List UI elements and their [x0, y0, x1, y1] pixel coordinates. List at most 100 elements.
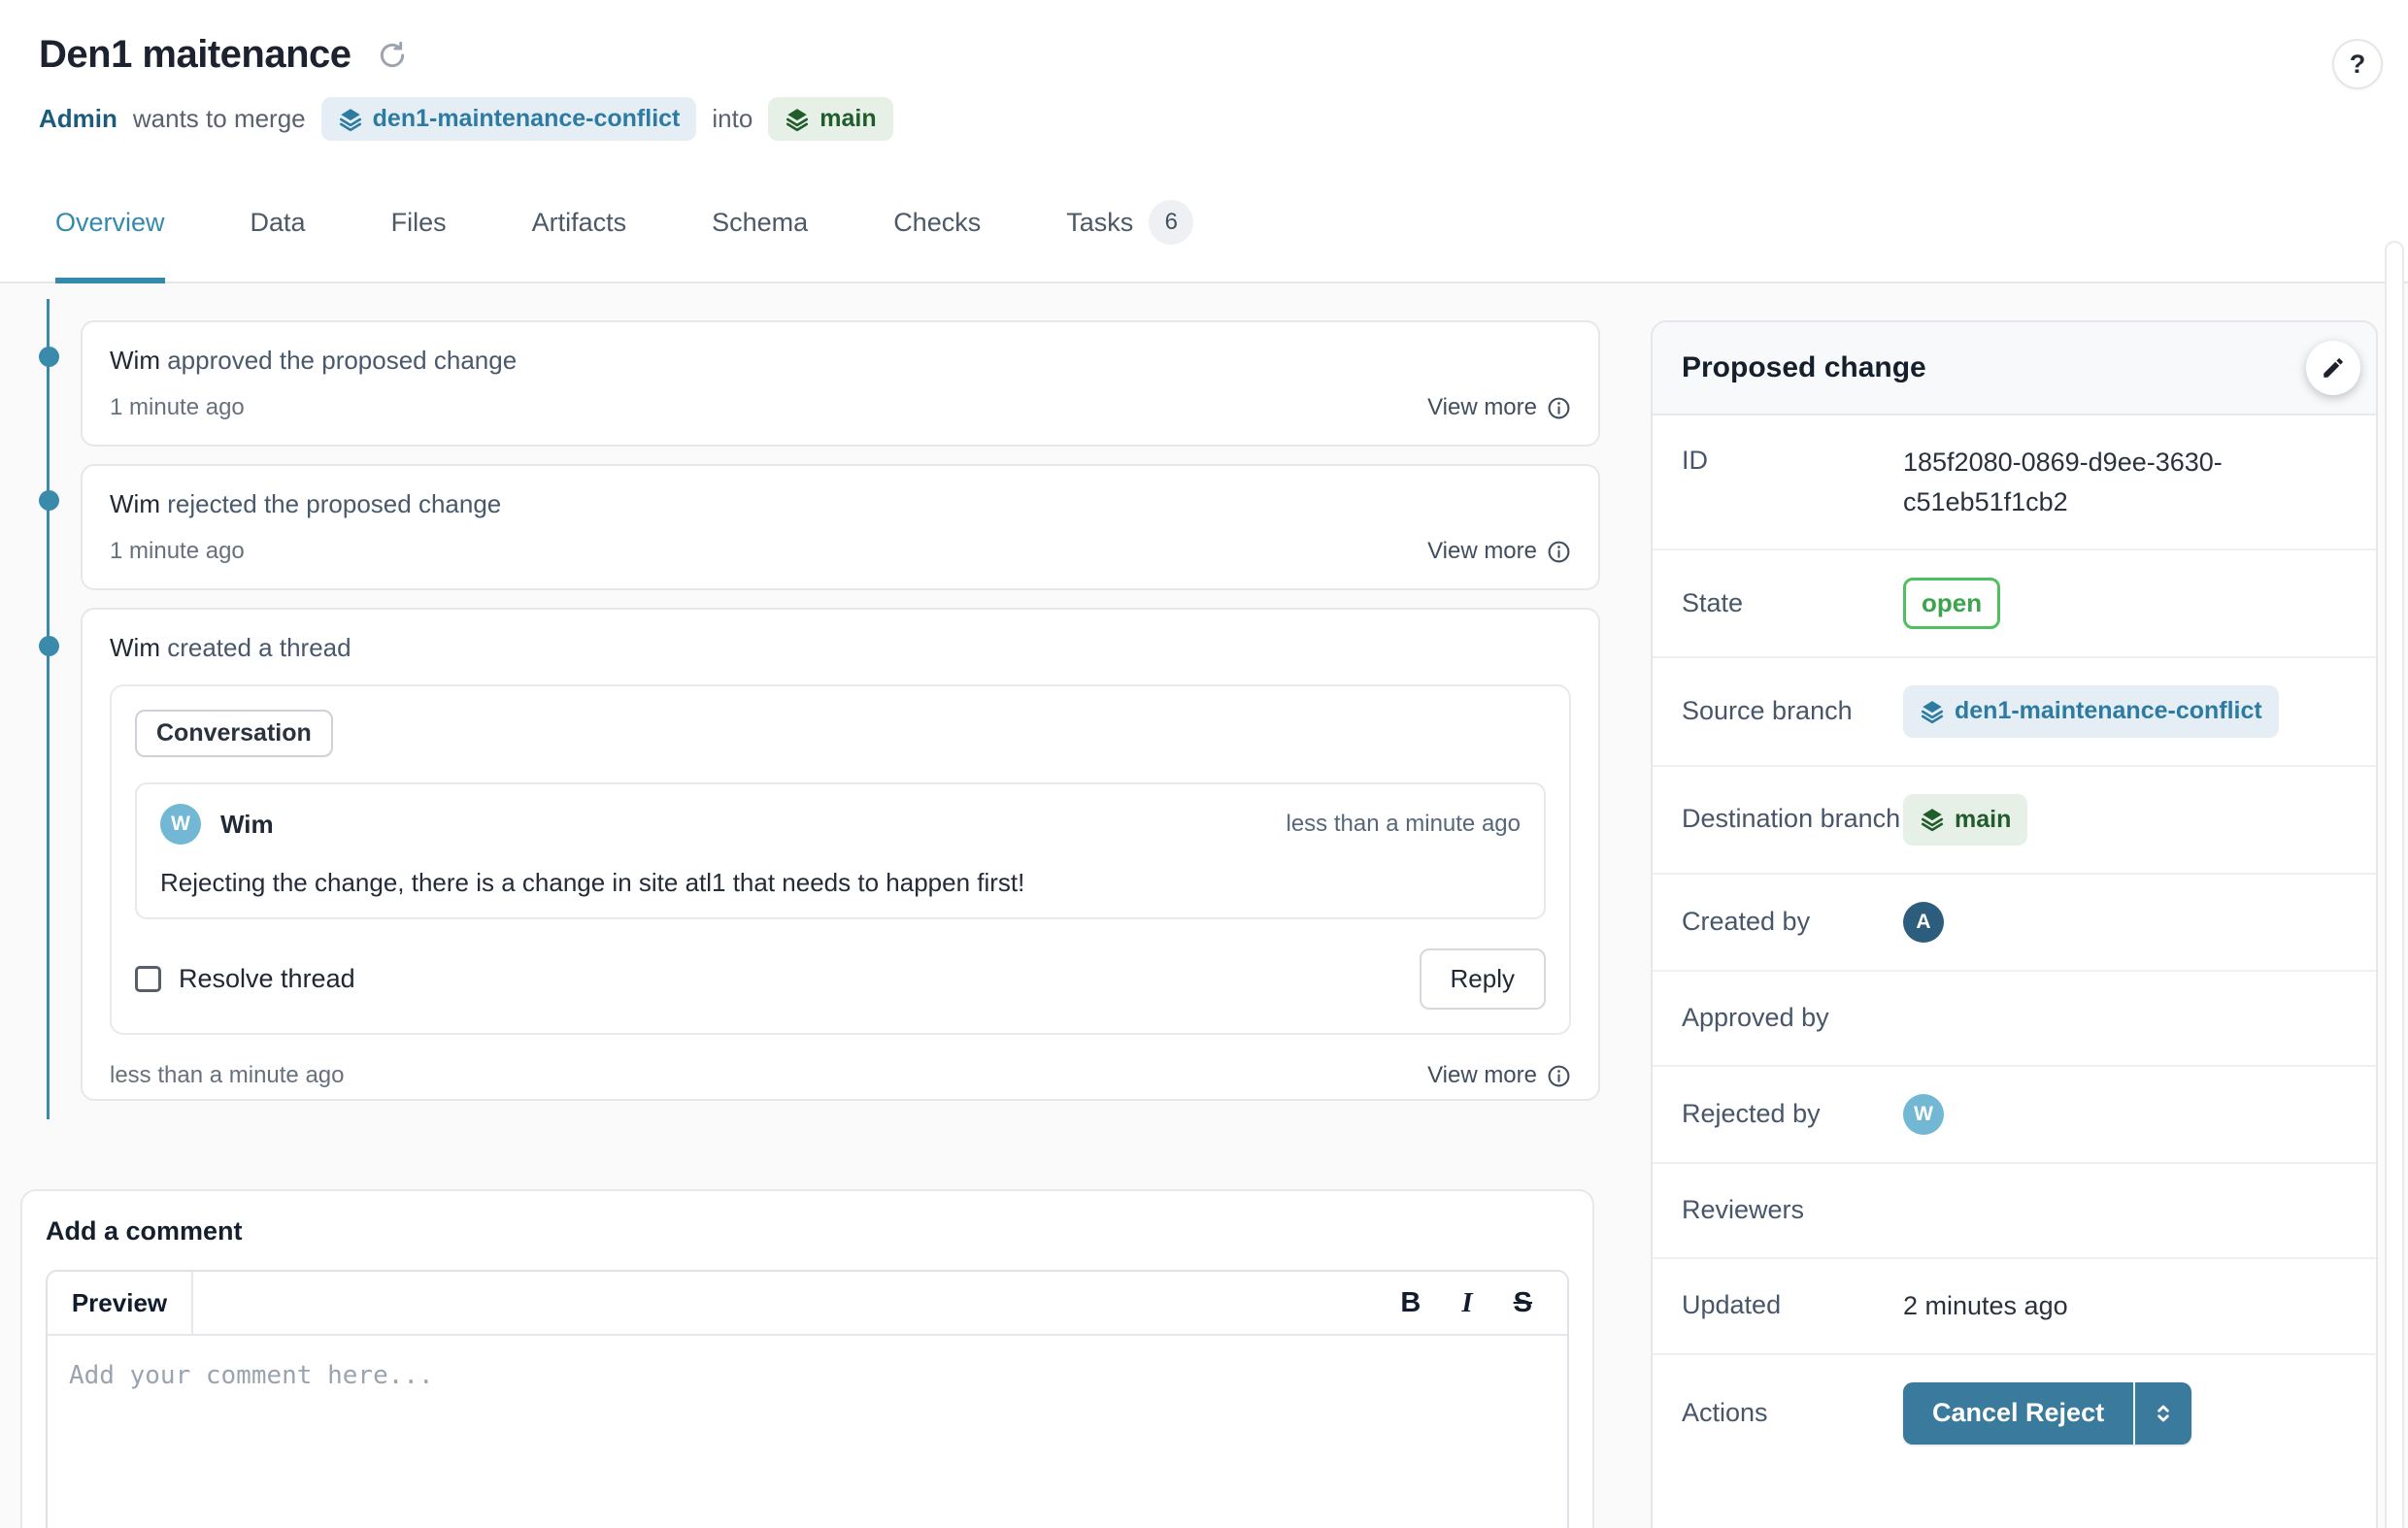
proposed-change-panel: Proposed change ID 185f2080-0869-d9ee-36… [1651, 320, 2378, 1528]
source-branch-badge[interactable]: den1-maintenance-conflict [1903, 685, 2279, 738]
refresh-button[interactable] [377, 40, 408, 71]
proposed-change-header: Proposed change [1653, 322, 2376, 415]
approved-by-value [1903, 999, 2347, 1038]
timeline-line [47, 299, 50, 1119]
sidebar-row-approved-by: Approved by [1653, 972, 2376, 1067]
view-more-link[interactable]: View more [1427, 538, 1571, 565]
chevron-up-down-icon [2151, 1401, 2176, 1426]
event-action: rejected the proposed change [167, 489, 501, 518]
tab-data[interactable]: Data [251, 200, 306, 283]
layers-icon [785, 107, 810, 132]
timeline-event-card: Wim rejected the proposed change 1 minut… [81, 464, 1600, 590]
conversation-badge: Conversation [135, 710, 333, 757]
question-mark-icon: ? [2350, 50, 2366, 80]
event-timestamp: 1 minute ago [110, 538, 245, 565]
sidebar-row-state: State open [1653, 550, 2376, 658]
event-title: Wim approved the proposed change [110, 346, 1571, 376]
actions-dropdown-toggle[interactable] [2133, 1382, 2191, 1445]
avatar-wim: W [1903, 1094, 1944, 1135]
event-action: approved the proposed change [167, 346, 517, 375]
byline-action-text: wants to merge [133, 104, 306, 134]
event-timestamp: 1 minute ago [110, 394, 245, 421]
proposed-change-title: Proposed change [1682, 351, 1926, 383]
created-by-label: Created by [1682, 904, 1903, 941]
italic-icon[interactable]: I [1461, 1287, 1472, 1319]
pencil-icon [2321, 355, 2346, 381]
source-branch-badge[interactable]: den1-maintenance-conflict [321, 97, 697, 141]
timeline-event-card: Wim approved the proposed change 1 minut… [81, 320, 1600, 447]
event-actor: Wim [110, 346, 160, 375]
comment-editor: Preview B I S [46, 1270, 1569, 1528]
destination-branch-value: main [1955, 802, 2011, 839]
info-icon [1547, 540, 1571, 564]
tab-bar: Overview Data Files Artifacts Schema Che… [55, 200, 1193, 283]
tasks-count-badge: 6 [1149, 200, 1193, 245]
edit-button[interactable] [2306, 341, 2360, 395]
avatar-wim: W [160, 804, 201, 845]
avatar-admin: A [1903, 902, 1944, 943]
resolve-thread-checkbox[interactable] [135, 966, 161, 992]
reviewers-label: Reviewers [1682, 1192, 1903, 1229]
tab-tasks[interactable]: Tasks 6 [1066, 200, 1193, 283]
sidebar-row-created-by: Created by A [1653, 875, 2376, 972]
sidebar-row-reviewers: Reviewers [1653, 1164, 2376, 1259]
event-title: Wim rejected the proposed change [110, 489, 1571, 519]
bold-icon[interactable]: B [1400, 1287, 1421, 1319]
refresh-icon [377, 40, 408, 71]
sidebar-row-source-branch: Source branch den1-maintenance-conflict [1653, 658, 2376, 767]
rejected-by-label: Rejected by [1682, 1096, 1903, 1133]
page-title: Den1 maitenance [39, 33, 351, 77]
thread-action: created a thread [167, 633, 351, 662]
approved-by-label: Approved by [1682, 1000, 1903, 1037]
scrollbar[interactable] [2385, 241, 2404, 1528]
tab-files[interactable]: Files [391, 200, 447, 283]
thread-comment: W Wim less than a minute ago Rejecting t… [135, 782, 1546, 919]
conversation-box: Conversation W Wim less than a minute ag… [110, 684, 1571, 1035]
byline-author: Admin [39, 104, 117, 134]
tab-checks[interactable]: Checks [893, 200, 981, 283]
toolbar-spacer [193, 1272, 1400, 1334]
sidebar-row-id: ID 185f2080-0869-d9ee-3630-c51eb51f1cb2 [1653, 415, 2376, 550]
view-more-link[interactable]: View more [1427, 1062, 1571, 1089]
resolve-thread-label: Resolve thread [179, 964, 355, 994]
state-badge: open [1903, 578, 2000, 629]
thread-title: Wim created a thread [110, 633, 1571, 663]
thread-actor: Wim [110, 633, 160, 662]
destination-branch-row-label: Destination branch [1682, 801, 1903, 838]
strikethrough-icon[interactable]: S [1514, 1287, 1532, 1319]
reply-button[interactable]: Reply [1420, 948, 1546, 1010]
resolve-thread-control[interactable]: Resolve thread [135, 964, 355, 994]
view-more-link[interactable]: View more [1427, 394, 1571, 421]
tab-artifacts[interactable]: Artifacts [532, 200, 627, 283]
tab-overview[interactable]: Overview [55, 200, 165, 283]
source-branch-value: den1-maintenance-conflict [1955, 693, 2262, 730]
destination-branch-badge[interactable]: main [768, 97, 892, 141]
byline: Admin wants to merge den1-maintenance-co… [39, 97, 893, 141]
destination-branch-label: main [819, 105, 876, 133]
updated-value: 2 minutes ago [1903, 1286, 2347, 1326]
sidebar-row-updated: Updated 2 minutes ago [1653, 1259, 2376, 1355]
sidebar-row-actions: Actions Cancel Reject [1653, 1355, 2376, 1472]
help-button[interactable]: ? [2332, 39, 2383, 89]
source-branch-label: den1-maintenance-conflict [373, 105, 681, 133]
thread-timestamp: less than a minute ago [110, 1062, 345, 1089]
destination-branch-badge[interactable]: main [1903, 794, 2027, 847]
state-label: State [1682, 585, 1903, 622]
timeline-dot [39, 636, 59, 656]
comment-input[interactable] [48, 1336, 1567, 1528]
info-icon [1547, 396, 1571, 420]
layers-icon [1920, 699, 1945, 724]
tab-schema[interactable]: Schema [712, 200, 808, 283]
byline-into-text: into [712, 104, 752, 134]
cancel-reject-button[interactable]: Cancel Reject [1903, 1382, 2133, 1445]
updated-label: Updated [1682, 1287, 1903, 1324]
actions-label: Actions [1682, 1395, 1903, 1432]
layers-icon [1920, 807, 1945, 832]
timeline-dot [39, 490, 59, 511]
page-header: Den1 maitenance Admin wants to merge den… [0, 0, 2408, 283]
preview-tab[interactable]: Preview [48, 1272, 193, 1334]
comment-author: Wim [220, 810, 274, 840]
id-value: 185f2080-0869-d9ee-3630-c51eb51f1cb2 [1903, 443, 2347, 521]
comment-body: Rejecting the change, there is a change … [160, 868, 1521, 898]
info-icon [1547, 1064, 1571, 1088]
